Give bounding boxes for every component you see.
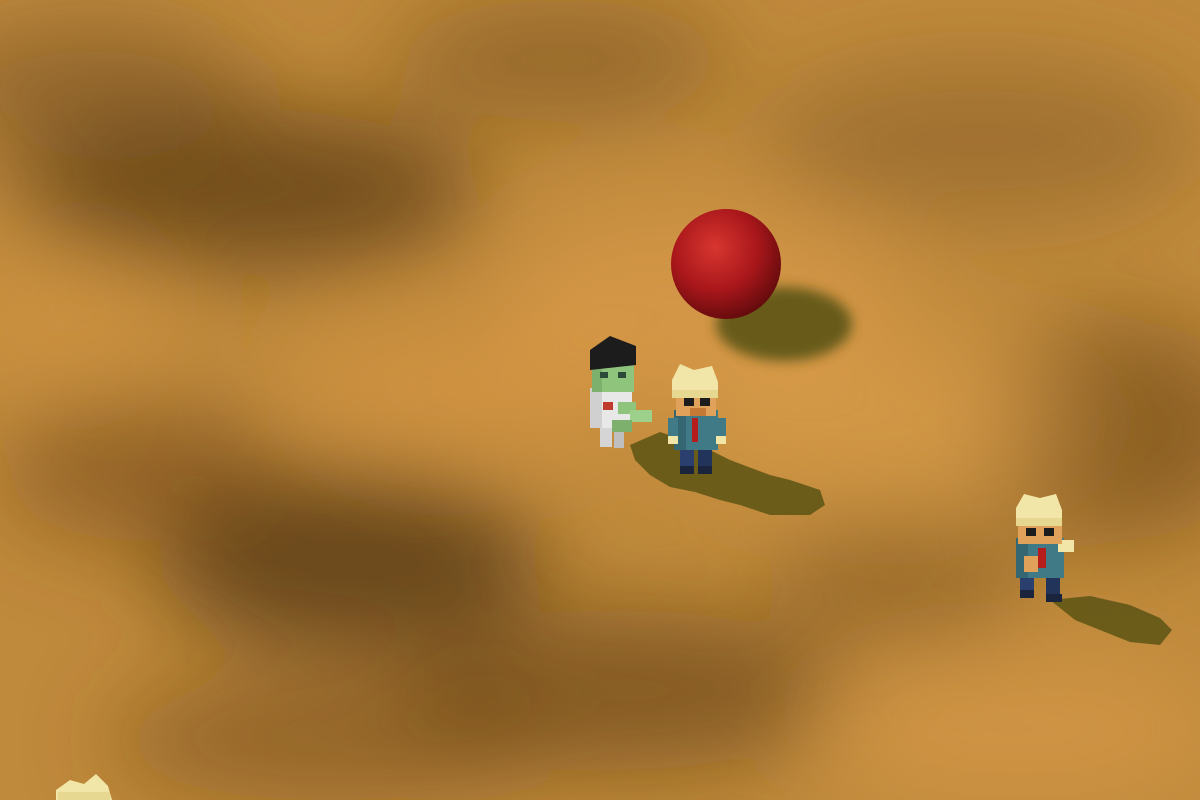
game-scene[interactable] — [0, 0, 1200, 800]
game-viewport[interactable] — [0, 0, 1200, 800]
red-ball[interactable] — [671, 209, 781, 319]
